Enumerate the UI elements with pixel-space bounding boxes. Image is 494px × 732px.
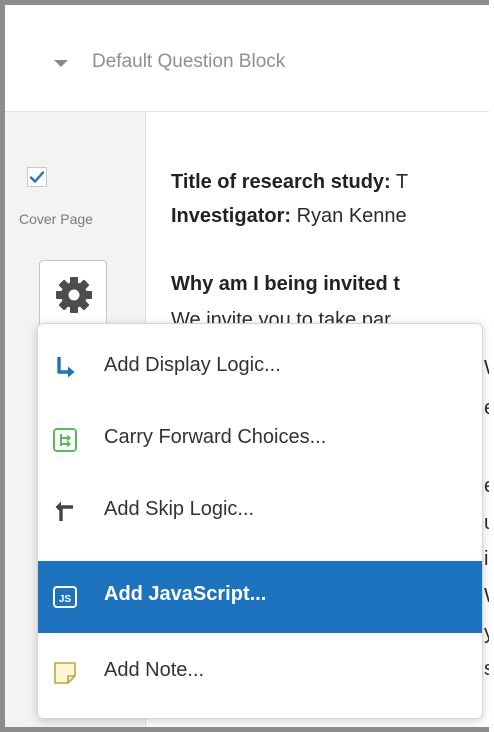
why-invited-heading: Why am I being invited t	[171, 273, 400, 295]
carry-forward-icon	[53, 428, 77, 452]
menu-item-label: Add Note...	[104, 659, 205, 681]
body-text-fragment: y	[484, 622, 489, 645]
body-text-fragment: ir	[484, 548, 489, 570]
menu-item-add-note[interactable]: Add Note...	[38, 637, 482, 709]
javascript-icon: JS	[53, 586, 77, 608]
menu-item-skip-logic[interactable]: Add Skip Logic...	[38, 476, 482, 548]
display-logic-icon	[57, 357, 75, 378]
question-settings-menu: Add Display Logic... Carry Forward Choic…	[37, 323, 483, 719]
investigator-line: Investigator: Ryan Kenne	[171, 199, 489, 233]
study-title-line: Title of research study: T	[171, 165, 489, 199]
body-text-fragment: W	[484, 357, 489, 380]
menu-item-carry-forward[interactable]: Carry Forward Choices...	[38, 404, 482, 476]
question-settings-button[interactable]	[39, 260, 107, 328]
skip-logic-icon	[55, 501, 73, 521]
body-text-fragment: W	[484, 585, 489, 608]
gear-icon	[56, 277, 92, 313]
menu-item-label: Add JavaScript...	[104, 583, 267, 605]
block-title: Default Question Block	[92, 51, 286, 72]
question-content[interactable]: Title of research study: T Investigator:…	[171, 165, 489, 301]
body-text-fragment: s c	[484, 658, 489, 681]
body-text-fragment: u	[484, 512, 489, 535]
caret-down-icon[interactable]	[54, 60, 68, 67]
menu-item-label: Carry Forward Choices...	[104, 426, 327, 448]
body-text-fragment: e	[484, 397, 489, 420]
question-block-header[interactable]: Default Question Block	[5, 5, 489, 112]
menu-item-display-logic[interactable]: Add Display Logic...	[38, 332, 482, 404]
investigator-label: Investigator:	[171, 205, 292, 227]
menu-item-label: Add Skip Logic...	[104, 498, 255, 520]
body-text-fragment: ei	[484, 475, 489, 498]
menu-item-label: Add Display Logic...	[104, 354, 281, 376]
menu-item-javascript[interactable]: JS Add JavaScript...	[38, 561, 482, 633]
note-icon	[54, 662, 76, 684]
cover-page-checkbox[interactable]	[27, 167, 47, 187]
checkmark-icon	[29, 171, 45, 183]
svg-text:JS: JS	[59, 594, 72, 605]
investigator-value: Ryan Kenne	[291, 205, 407, 227]
study-title-value: T	[390, 171, 409, 193]
study-title-label: Title of research study:	[171, 171, 391, 193]
cover-page-label: Cover Page	[19, 211, 93, 227]
survey-editor-frame: Default Question Block Cover Page Title …	[0, 0, 489, 732]
